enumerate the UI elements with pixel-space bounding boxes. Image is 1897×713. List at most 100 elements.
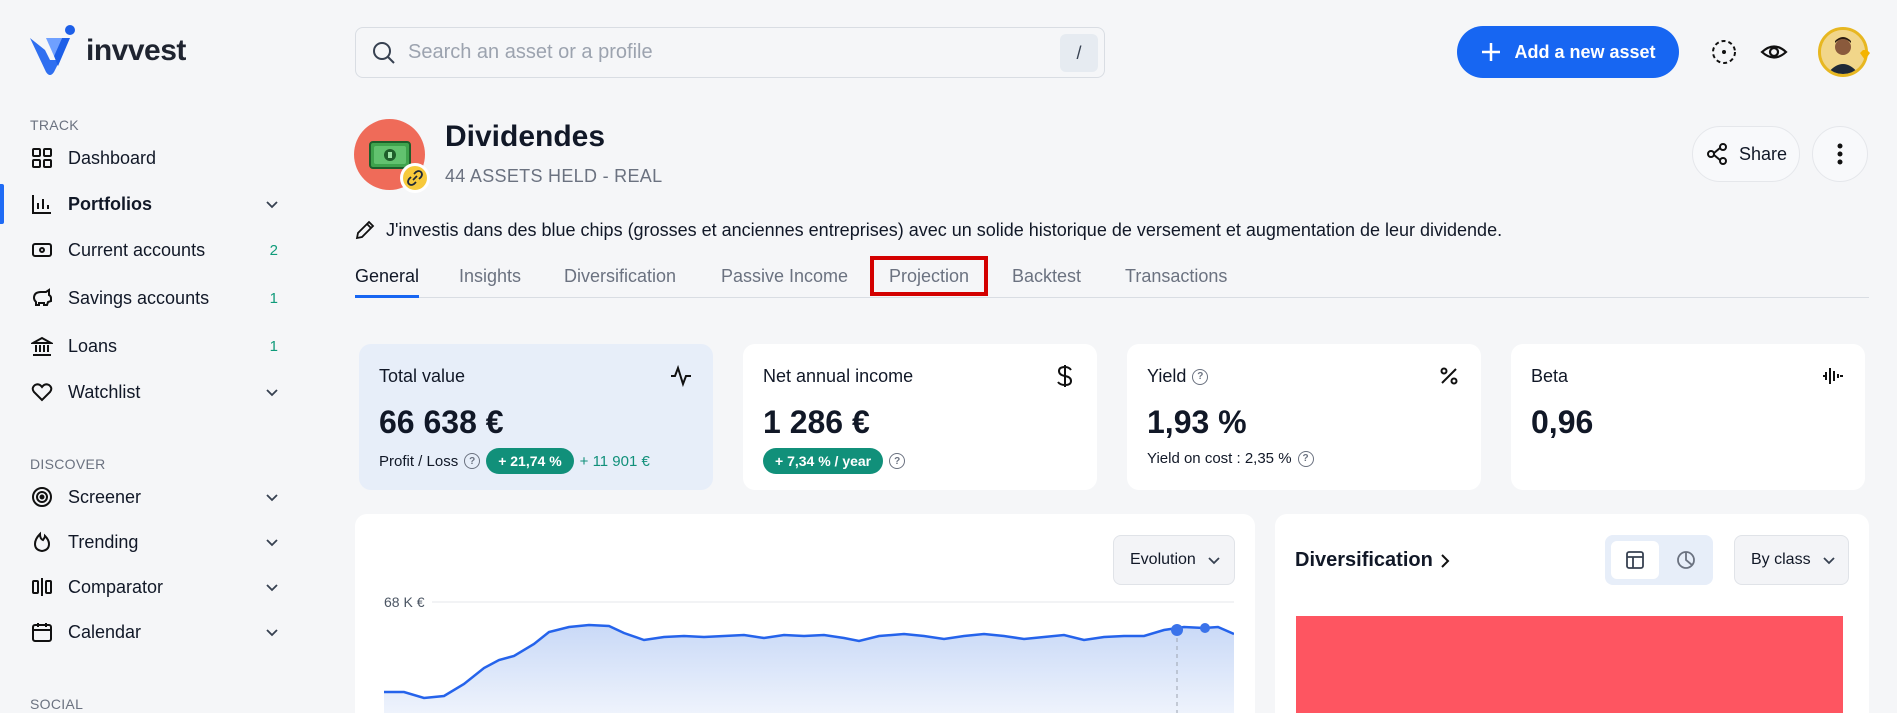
sidebar-item-screener[interactable]: Screener <box>0 477 300 517</box>
target-icon <box>30 485 54 509</box>
pencil-icon[interactable] <box>354 219 376 241</box>
pie-chart-icon <box>1677 551 1695 569</box>
table-view-button[interactable] <box>1611 541 1659 579</box>
total-value-card: Total value 66 638 € Profit / Loss ? + 2… <box>359 344 713 490</box>
chevron-down-icon[interactable] <box>262 194 282 214</box>
sidebar-item-label: Watchlist <box>68 381 141 402</box>
sidebar-item-trending[interactable]: Trending <box>0 522 300 562</box>
yield-on-cost-row: Yield on cost : 2,35 % ? <box>1147 450 1314 467</box>
sidebar-item-dashboard[interactable]: Dashboard <box>0 138 300 178</box>
chart-area-fill <box>384 625 1234 713</box>
card-title-row: Yield ? <box>1147 366 1209 387</box>
chart-point[interactable] <box>1171 624 1183 636</box>
tab-backtest[interactable]: Backtest <box>1012 266 1081 295</box>
sidebar-item-comparator[interactable]: Comparator <box>0 567 300 607</box>
yield-on-cost: Yield on cost : 2,35 % <box>1147 450 1292 467</box>
chevron-down-icon[interactable] <box>262 382 282 402</box>
evolution-line-chart[interactable] <box>384 598 1234 713</box>
help-icon[interactable]: ? <box>1297 450 1314 467</box>
profit-loss-label: Profit / Loss <box>379 452 459 470</box>
sidebar-item-savings-accounts[interactable]: Savings accounts 1 <box>0 278 300 318</box>
beta-value: 0,96 <box>1531 404 1594 440</box>
logo-icon <box>30 25 75 75</box>
pie-view-button[interactable] <box>1665 541 1707 579</box>
diversification-bar[interactable] <box>1296 616 1843 713</box>
income-growth-badge: + 7,34 % / year <box>763 448 884 474</box>
income-growth-row: + 7,34 % / year ? <box>763 448 906 474</box>
sidebar-item-label: Dashboard <box>68 147 157 168</box>
tab-general[interactable]: General <box>355 266 420 298</box>
count-badge: 1 <box>269 337 278 355</box>
plus-icon <box>1482 43 1501 61</box>
chevron-down-icon[interactable] <box>262 577 282 597</box>
privacy-toggle-icon[interactable] <box>1708 36 1740 68</box>
sidebar-item-label: Screener <box>68 486 142 507</box>
sidebar-item-calendar[interactable]: Calendar <box>0 612 300 652</box>
card-title: Beta <box>1531 366 1569 386</box>
chart-point[interactable] <box>1200 623 1210 633</box>
percent-icon <box>1437 364 1461 388</box>
calendar-icon <box>30 620 54 644</box>
page-subtitle: 44 ASSETS HELD - REAL <box>445 166 663 186</box>
volatility-icon <box>1821 364 1845 388</box>
wallet-icon <box>30 238 54 262</box>
sidebar-item-label: Portfolios <box>68 193 152 214</box>
profit-loss-percent-badge: + 21,74 % <box>486 448 574 474</box>
heart-icon <box>30 380 54 404</box>
compare-icon <box>30 575 54 599</box>
tab-bar: General Insights Diversification Passive… <box>355 264 1869 298</box>
sidebar-item-label: Comparator <box>68 576 164 597</box>
sidebar-item-watchlist[interactable]: Watchlist <box>0 372 300 412</box>
more-options-button[interactable] <box>1812 126 1868 182</box>
sidebar-item-portfolios[interactable]: Portfolios <box>0 184 300 224</box>
search-input[interactable]: Search an asset or a profile / <box>355 27 1105 78</box>
add-asset-button[interactable]: Add a new asset <box>1457 26 1679 78</box>
sidebar-item-label: Calendar <box>68 621 142 642</box>
help-icon[interactable]: ? <box>1192 368 1209 385</box>
sidebar-item-loans[interactable]: Loans 1 <box>0 326 300 366</box>
add-asset-label: Add a new asset <box>1514 41 1656 62</box>
more-vertical-icon <box>1837 143 1843 165</box>
group-by-dropdown[interactable]: By class <box>1734 535 1849 585</box>
net-income-value: 1 286 € <box>763 404 870 440</box>
section-social-label: SOCIAL <box>30 696 84 712</box>
tab-insights[interactable]: Insights <box>459 266 521 295</box>
beta-card: Beta 0,96 <box>1511 344 1865 490</box>
tab-transactions[interactable]: Transactions <box>1125 266 1227 295</box>
share-icon <box>1706 143 1727 165</box>
piggy-bank-icon <box>30 286 54 310</box>
share-button[interactable]: Share <box>1692 126 1800 182</box>
share-label: Share <box>1738 143 1788 164</box>
card-title: Net annual income <box>763 366 914 386</box>
sidebar-item-label: Savings accounts <box>68 287 210 308</box>
chevron-down-icon[interactable] <box>262 622 282 642</box>
sidebar: invvest TRACK Dashboard Portfolios Curre… <box>0 0 300 713</box>
eye-icon[interactable] <box>1758 36 1790 68</box>
section-discover-label: DISCOVER <box>30 456 106 472</box>
flame-icon <box>30 530 54 554</box>
app-name: invvest <box>86 34 186 67</box>
count-badge: 1 <box>269 289 278 307</box>
chevron-down-icon[interactable] <box>262 532 282 552</box>
logo[interactable]: invvest <box>28 24 186 78</box>
chevron-down-icon[interactable] <box>262 487 282 507</box>
premium-badge-icon <box>1860 50 1870 60</box>
diversification-title: Diversification <box>1295 549 1433 571</box>
tab-passive-income[interactable]: Passive Income <box>721 266 848 295</box>
portfolio-description: J'investis dans des blue chips (grosses … <box>354 219 1502 241</box>
yield-card: Yield ? 1,93 % Yield on cost : 2,35 % ? <box>1127 344 1481 490</box>
tab-diversification[interactable]: Diversification <box>564 266 676 295</box>
link-icon[interactable] <box>400 163 430 193</box>
bar-chart-icon <box>30 192 54 216</box>
search-shortcut-key: / <box>1060 34 1098 72</box>
diversification-link[interactable]: Diversification <box>1295 549 1451 572</box>
bank-icon <box>30 334 54 358</box>
help-icon[interactable]: ? <box>464 453 481 469</box>
view-toggle <box>1605 535 1713 585</box>
total-value: 66 638 € <box>379 404 504 440</box>
count-badge: 2 <box>269 241 278 259</box>
chart-mode-dropdown[interactable]: Evolution <box>1113 535 1235 585</box>
help-icon[interactable]: ? <box>889 453 906 469</box>
sidebar-item-label: Trending <box>68 531 139 552</box>
sidebar-item-current-accounts[interactable]: Current accounts 2 <box>0 230 300 270</box>
